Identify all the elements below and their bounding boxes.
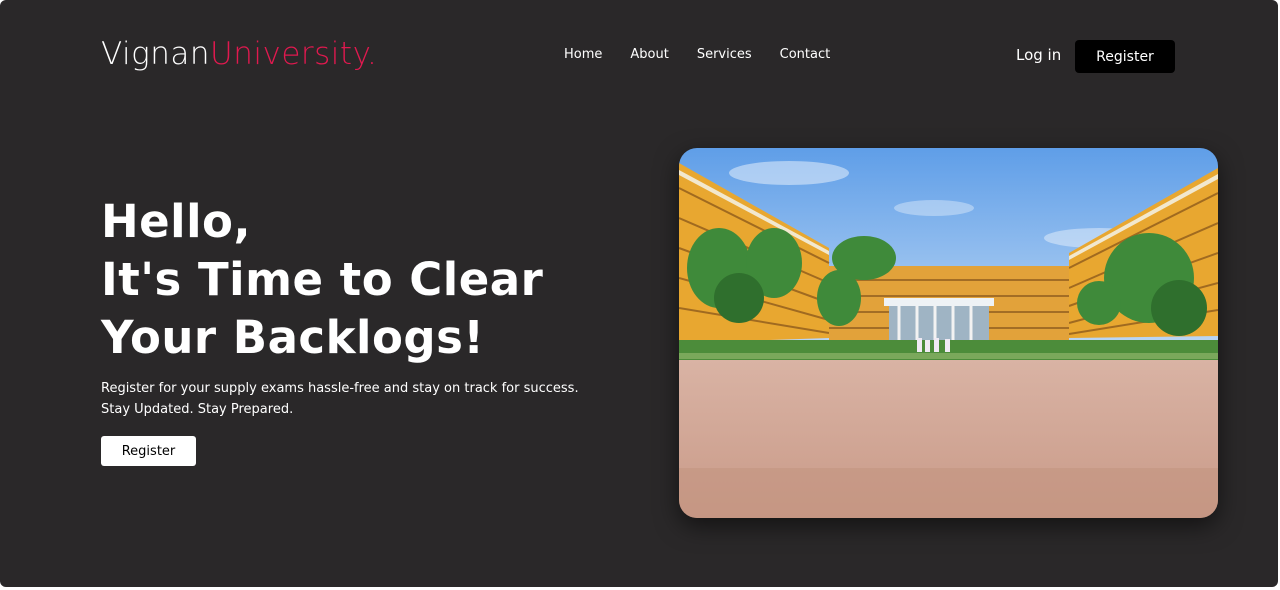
login-link[interactable]: Log in [1016,46,1061,64]
hero-title-line: Your Backlogs! [101,311,485,364]
hero-subtitle-line: Register for your supply exams hassle-fr… [101,381,579,396]
hero-subtitle-line: Stay Updated. Stay Prepared. [101,402,294,417]
campus-building-photo [679,148,1218,518]
campus-illustration [679,148,1218,518]
main-nav: Home About Services Contact [564,47,830,62]
hero-title-line: It's Time to Clear [101,253,544,306]
nav-home[interactable]: Home [564,47,602,62]
brand-main: Vignan [101,36,211,72]
register-button-header[interactable]: Register [1075,40,1175,73]
hero-title-line: Hello, [101,195,252,248]
brand-logo[interactable]: VignanUniversity. [101,36,377,72]
page-frame: VignanUniversity. Home About Services Co… [0,0,1278,587]
hero-title: Hello, It's Time to Clear Your Backlogs! [101,193,543,367]
nav-contact[interactable]: Contact [780,47,831,62]
brand-accent: University. [210,36,378,72]
register-button-hero[interactable]: Register [101,436,196,466]
hero-subtitle: Register for your supply exams hassle-fr… [101,378,579,420]
nav-about[interactable]: About [630,47,668,62]
nav-services[interactable]: Services [697,47,752,62]
